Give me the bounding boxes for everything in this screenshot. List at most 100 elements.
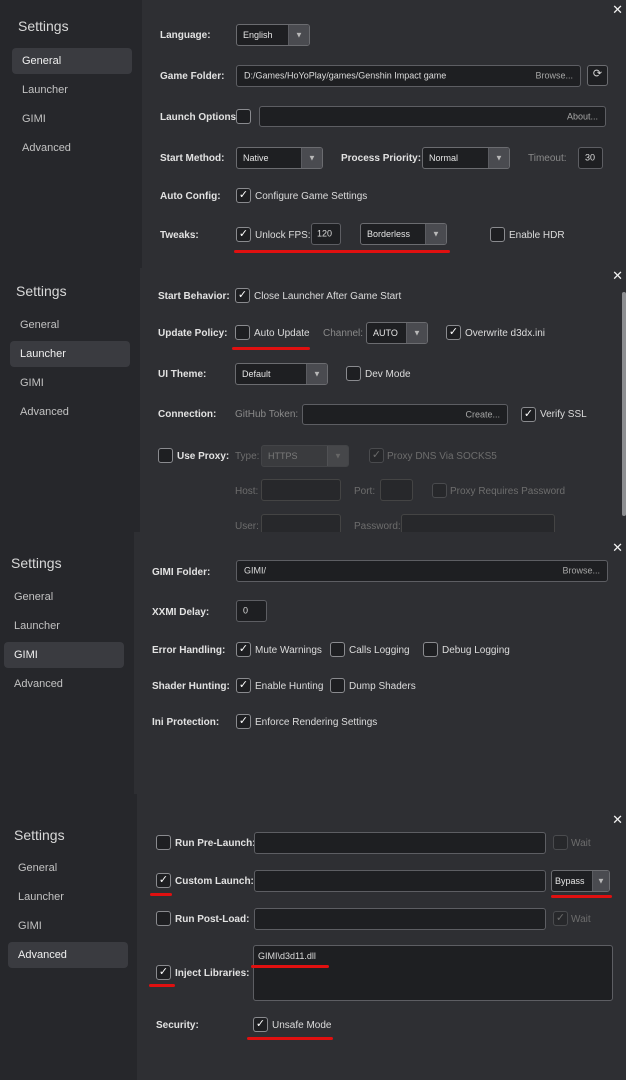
- connection-label: Connection:: [158, 409, 217, 420]
- calls-logging-checkbox[interactable]: [330, 642, 345, 657]
- close-icon[interactable]: ✕: [612, 2, 623, 18]
- overwrite-d3dx-checkbox[interactable]: ✓: [446, 325, 461, 340]
- proxy-password-field[interactable]: [401, 514, 555, 532]
- run-pre-launch-field[interactable]: [254, 832, 546, 854]
- sidebar-item-gimi[interactable]: GIMI: [10, 370, 54, 396]
- game-folder-browse-button[interactable]: Browse...: [535, 71, 573, 81]
- start-behavior-checkbox[interactable]: ✓: [235, 288, 250, 303]
- ui-theme-select[interactable]: Default ▼: [235, 363, 328, 385]
- run-post-load-field[interactable]: [254, 908, 546, 930]
- sidebar-item-general[interactable]: General: [4, 584, 63, 610]
- run-pre-launch-wait-checkbox[interactable]: [553, 835, 568, 850]
- gimi-folder-browse-button[interactable]: Browse...: [562, 566, 600, 576]
- dev-mode-checkbox[interactable]: [346, 366, 361, 381]
- sidebar-item-gimi[interactable]: GIMI: [4, 642, 124, 668]
- scrollbar[interactable]: [622, 292, 626, 516]
- highlight-underline: [232, 347, 310, 350]
- game-folder-field[interactable]: D:/Games/HoYoPlay/games/Genshin Impact g…: [236, 65, 581, 87]
- proxy-port-field[interactable]: [380, 479, 413, 501]
- enforce-rendering-checkbox[interactable]: ✓: [236, 714, 251, 729]
- timeout-field[interactable]: 30: [578, 147, 603, 169]
- advanced-settings-panel: Settings General Launcher GIMI Advanced …: [0, 794, 626, 1080]
- fps-field[interactable]: 120: [311, 223, 341, 245]
- launch-options-about-button[interactable]: About...: [567, 112, 598, 121]
- chevron-down-icon: ▼: [327, 446, 348, 466]
- custom-launch-field[interactable]: [254, 870, 546, 892]
- launch-options-field[interactable]: About...: [259, 106, 606, 127]
- auto-update-checkbox[interactable]: [235, 325, 250, 340]
- proxy-requires-password-checkbox[interactable]: [432, 483, 447, 498]
- sidebar-item-launcher[interactable]: Launcher: [12, 77, 78, 103]
- use-proxy-checkbox[interactable]: [158, 448, 173, 463]
- game-folder-value: D:/Games/HoYoPlay/games/Genshin Impact g…: [244, 70, 447, 81]
- auto-config-text: Configure Game Settings: [255, 191, 368, 202]
- sidebar-item-advanced[interactable]: Advanced: [10, 399, 79, 425]
- auto-config-checkbox[interactable]: ✓: [236, 188, 251, 203]
- fps-value: 120: [317, 228, 333, 239]
- sidebar-item-general[interactable]: General: [8, 855, 67, 881]
- mute-warnings-checkbox[interactable]: ✓: [236, 642, 251, 657]
- inject-libraries-checkbox[interactable]: ✓: [156, 965, 171, 980]
- tweaks-label: Tweaks:: [160, 230, 199, 241]
- enable-hdr-checkbox[interactable]: [490, 227, 505, 242]
- launcher-content: ✕ Start Behavior: ✓ Close Launcher After…: [140, 268, 626, 532]
- close-icon[interactable]: ✕: [612, 812, 623, 828]
- run-post-load-wait-checkbox[interactable]: ✓: [553, 911, 568, 926]
- github-token-label: GitHub Token:: [235, 409, 299, 420]
- close-icon[interactable]: ✕: [612, 540, 623, 556]
- github-token-field[interactable]: Create...: [302, 404, 508, 425]
- ui-theme-value: Default: [242, 369, 271, 379]
- dump-shaders-text: Dump Shaders: [349, 681, 416, 692]
- gimi-folder-field[interactable]: GIMI/ Browse...: [236, 560, 608, 582]
- sidebar-item-general[interactable]: General: [10, 312, 69, 338]
- dump-shaders-checkbox[interactable]: [330, 678, 345, 693]
- run-pre-launch-wait-text: Wait: [571, 838, 591, 849]
- language-select[interactable]: English ▼: [236, 24, 310, 46]
- proxy-user-label: User:: [235, 521, 259, 532]
- github-token-create-button[interactable]: Create...: [465, 410, 500, 419]
- sidebar-item-launcher[interactable]: Launcher: [10, 341, 130, 367]
- run-pre-launch-checkbox[interactable]: [156, 835, 171, 850]
- sidebar-item-advanced[interactable]: Advanced: [12, 135, 81, 161]
- auto-update-text: Auto Update: [254, 328, 310, 339]
- process-priority-select[interactable]: Normal ▼: [422, 147, 510, 169]
- proxy-dns-socks-checkbox[interactable]: ✓: [369, 448, 384, 463]
- unlock-fps-checkbox[interactable]: ✓: [236, 227, 251, 242]
- sidebar-item-gimi[interactable]: GIMI: [8, 913, 52, 939]
- debug-logging-checkbox[interactable]: [423, 642, 438, 657]
- sidebar-item-advanced[interactable]: Advanced: [4, 671, 73, 697]
- highlight-underline: [234, 250, 450, 253]
- sidebar: Settings General Launcher GIMI Advanced: [0, 0, 142, 268]
- highlight-underline: [551, 895, 612, 898]
- general-settings-panel: Settings General Launcher GIMI Advanced …: [0, 0, 626, 268]
- unsafe-mode-checkbox[interactable]: ✓: [253, 1017, 268, 1032]
- sidebar-item-launcher[interactable]: Launcher: [4, 613, 70, 639]
- inject-libraries-textarea[interactable]: GIMI\d3d11.dll: [253, 945, 613, 1001]
- verify-ssl-checkbox[interactable]: ✓: [521, 407, 536, 422]
- enable-hunting-checkbox[interactable]: ✓: [236, 678, 251, 693]
- sidebar-item-general[interactable]: General: [12, 48, 132, 74]
- sidebar-item-gimi[interactable]: GIMI: [12, 106, 56, 132]
- channel-select[interactable]: AUTO ▼: [366, 322, 428, 344]
- custom-launch-checkbox[interactable]: ✓: [156, 873, 171, 888]
- sidebar-title: Settings: [16, 283, 67, 299]
- window-mode-select[interactable]: Borderless ▼: [360, 223, 447, 245]
- close-icon[interactable]: ✕: [612, 268, 623, 284]
- sidebar-item-launcher[interactable]: Launcher: [8, 884, 74, 910]
- start-method-select[interactable]: Native ▼: [236, 147, 323, 169]
- sidebar-item-advanced[interactable]: Advanced: [8, 942, 128, 968]
- run-post-load-checkbox[interactable]: [156, 911, 171, 926]
- error-handling-label: Error Handling:: [152, 645, 226, 656]
- proxy-user-field[interactable]: [261, 514, 341, 532]
- language-label: Language:: [160, 30, 211, 41]
- chevron-down-icon: ▼: [592, 871, 609, 891]
- refresh-button[interactable]: ⟳: [587, 65, 608, 86]
- custom-launch-mode-select[interactable]: Bypass ▼: [551, 870, 610, 892]
- proxy-host-field[interactable]: [261, 479, 341, 501]
- update-policy-label: Update Policy:: [158, 328, 228, 339]
- dev-mode-text: Dev Mode: [365, 369, 411, 380]
- proxy-type-select[interactable]: HTTPS ▼: [261, 445, 349, 467]
- sidebar-title: Settings: [14, 827, 65, 843]
- xxmi-delay-field[interactable]: 0: [236, 600, 267, 622]
- launch-options-checkbox[interactable]: [236, 109, 251, 124]
